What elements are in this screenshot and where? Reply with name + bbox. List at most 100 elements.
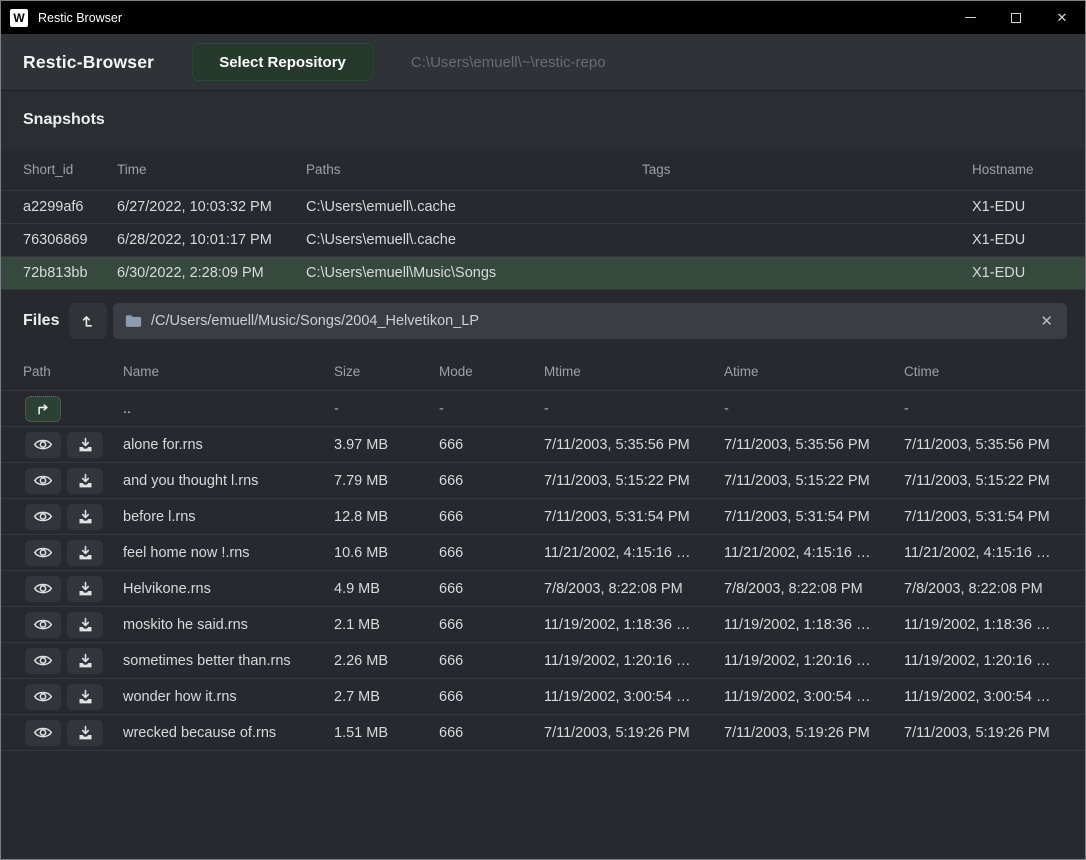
files-col-name: Name [123,364,334,379]
file-row: Helvikone.rns 4.9 MB 666 7/8/2003, 8:22:… [1,571,1085,607]
file-name: wrecked because of.rns [123,725,334,741]
download-file-button[interactable] [67,612,103,638]
snapshots-col-hostname: Hostname [972,162,1073,177]
files-col-atime: Atime [724,364,904,379]
download-file-button[interactable] [67,432,103,458]
view-file-button[interactable] [25,432,61,458]
file-name: moskito he said.rns [123,617,334,633]
clear-path-button[interactable]: ✕ [1038,314,1055,329]
view-file-button[interactable] [25,720,61,746]
file-row: feel home now !.rns 10.6 MB 666 11/21/20… [1,535,1085,571]
parent-dir-button[interactable] [25,396,61,422]
app-logo-icon: W [10,9,28,27]
file-name: feel home now !.rns [123,545,334,561]
view-file-button[interactable] [25,648,61,674]
close-icon: ✕ [1057,11,1068,24]
files-col-size: Size [334,364,439,379]
file-ctime: 11/19/2002, 3:00:54 … [904,689,1073,705]
download-file-button[interactable] [67,648,103,674]
parent-dir-name: .. [123,401,334,417]
eye-icon [33,545,53,560]
parent-dir-mtime: - [544,401,724,417]
snapshot-row[interactable]: 72b813bb 6/30/2022, 2:28:09 PM C:\Users\… [1,257,1085,290]
current-path-bar[interactable]: /C/Users/emuell/Music/Songs/2004_Helveti… [113,303,1067,339]
download-icon [77,617,94,633]
file-row-actions [25,432,123,458]
snapshot-hostname: X1-EDU [972,265,1073,281]
file-ctime: 11/21/2002, 4:15:16 … [904,545,1073,561]
download-file-button[interactable] [67,504,103,530]
view-file-button[interactable] [25,468,61,494]
file-row-actions [25,648,123,674]
file-size: 2.7 MB [334,689,439,705]
minimize-button[interactable] [947,1,993,34]
file-atime: 11/19/2002, 3:00:54 … [724,689,904,705]
snapshot-short-id: 72b813bb [23,265,117,281]
file-ctime: 11/19/2002, 1:20:16 … [904,653,1073,669]
download-file-button[interactable] [67,468,103,494]
files-col-mtime: Mtime [544,364,724,379]
current-path-text: /C/Users/emuell/Music/Songs/2004_Helveti… [151,313,1029,329]
file-row: moskito he said.rns 2.1 MB 666 11/19/200… [1,607,1085,643]
snapshot-row[interactable]: 76306869 6/28/2022, 10:01:17 PM C:\Users… [1,224,1085,257]
file-mode: 666 [439,725,544,741]
download-file-button[interactable] [67,540,103,566]
file-size: 7.79 MB [334,473,439,489]
snapshot-time: 6/28/2022, 10:01:17 PM [117,232,306,248]
file-size: 2.26 MB [334,653,439,669]
snapshots-col-tags: Tags [642,162,972,177]
file-name: before l.rns [123,509,334,525]
parent-dir-size: - [334,401,439,417]
view-file-button[interactable] [25,576,61,602]
download-file-button[interactable] [67,684,103,710]
parent-dir-atime: - [724,401,904,417]
download-file-button[interactable] [67,576,103,602]
go-up-button[interactable] [69,303,107,339]
view-file-button[interactable] [25,504,61,530]
close-button[interactable]: ✕ [1039,1,1085,34]
file-ctime: 7/11/2003, 5:19:26 PM [904,725,1073,741]
empty-area [1,751,1085,859]
view-file-button[interactable] [25,540,61,566]
file-mtime: 7/11/2003, 5:15:22 PM [544,473,724,489]
file-row-actions [25,612,123,638]
file-name: sometimes better than.rns [123,653,334,669]
app-header: Restic-Browser Select Repository C:\User… [1,34,1085,91]
snapshots-col-paths: Paths [306,162,642,177]
file-row-actions [25,720,123,746]
eye-icon [33,617,53,632]
snapshot-row[interactable]: a2299af6 6/27/2022, 10:03:32 PM C:\Users… [1,191,1085,224]
files-table-header: Path Name Size Mode Mtime Atime Ctime [1,352,1085,391]
file-row-actions [25,504,123,530]
file-mtime: 11/19/2002, 1:20:16 … [544,653,724,669]
download-file-button[interactable] [67,720,103,746]
file-mtime: 7/8/2003, 8:22:08 PM [544,581,724,597]
file-ctime: 7/11/2003, 5:35:56 PM [904,437,1073,453]
snapshots-table-header: Short_id Time Paths Tags Hostname [1,149,1085,191]
file-mtime: 7/11/2003, 5:35:56 PM [544,437,724,453]
view-file-button[interactable] [25,684,61,710]
snapshot-time: 6/30/2022, 2:28:09 PM [117,265,306,281]
select-repository-button[interactable]: Select Repository [192,43,373,81]
snapshot-time: 6/27/2022, 10:03:32 PM [117,199,306,215]
view-file-button[interactable] [25,612,61,638]
parent-dir-mode: - [439,401,544,417]
file-row-actions [25,468,123,494]
maximize-button[interactable] [993,1,1039,34]
eye-icon [33,689,53,704]
snapshot-hostname: X1-EDU [972,232,1073,248]
file-size: 2.1 MB [334,617,439,633]
eye-icon [33,581,53,596]
download-icon [77,581,94,597]
download-icon [77,437,94,453]
eye-icon [33,725,53,740]
download-icon [77,545,94,561]
file-atime: 7/11/2003, 5:31:54 PM [724,509,904,525]
file-atime: 7/11/2003, 5:15:22 PM [724,473,904,489]
file-mode: 666 [439,689,544,705]
titlebar: W Restic Browser ✕ [1,1,1085,34]
files-col-path: Path [23,364,123,379]
files-title: Files [23,312,69,330]
level-up-icon [80,313,96,329]
download-icon [77,725,94,741]
